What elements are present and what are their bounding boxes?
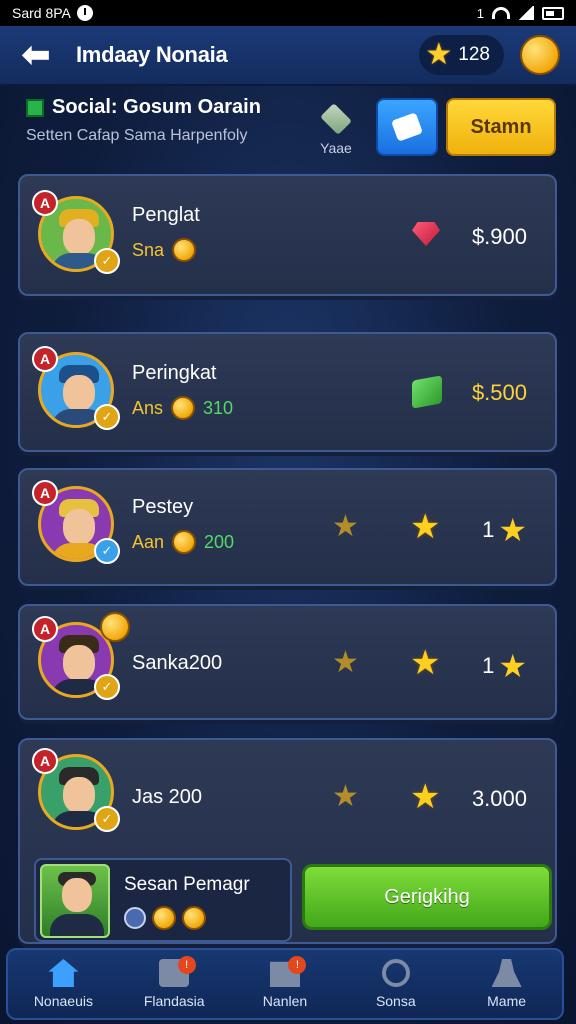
person-icon xyxy=(491,959,522,987)
rank-badge-icon: A xyxy=(32,748,58,774)
star-icon: ★ xyxy=(410,508,441,546)
coin-icon xyxy=(100,612,130,642)
badge-icon xyxy=(124,907,146,929)
nav-label: Sonsa xyxy=(375,993,416,1009)
player-name: Peringkat xyxy=(132,362,217,384)
star-icon: ★ xyxy=(410,644,441,682)
nav-label: Nanlen xyxy=(262,993,308,1009)
player-sub-label: Aan xyxy=(132,531,165,552)
vote-label: Yaae xyxy=(320,140,352,156)
subheader-title: Social: Gosum Oarain xyxy=(52,96,261,118)
coin-icon[interactable] xyxy=(520,35,560,75)
player-name: Jas 200 xyxy=(132,786,203,808)
notification-badge: ! xyxy=(177,956,196,974)
back-button[interactable]: ⬅ xyxy=(16,35,56,75)
star-counter[interactable]: ★ 128 xyxy=(419,35,504,75)
rank-badge-icon: A xyxy=(32,480,58,506)
coin-icon xyxy=(152,906,176,930)
check-icon xyxy=(26,98,44,117)
nav-item-home[interactable]: Nonaeuis xyxy=(8,950,119,1018)
notification-badge: ! xyxy=(288,956,307,974)
vote-button[interactable]: Yaae xyxy=(316,102,356,156)
home-icon xyxy=(48,959,79,987)
star-count: 128 xyxy=(458,44,490,65)
notification-icon xyxy=(76,5,93,21)
player-sub-label: Ans xyxy=(132,397,164,418)
rank-badge-icon: A xyxy=(32,190,58,216)
page-title: Imdaay Nonaia xyxy=(76,42,228,67)
leaderboard-row[interactable]: A ✓ Sanka200 ★ ★ 1 ★ xyxy=(18,604,557,720)
coin-icon xyxy=(171,396,196,420)
back-arrow-icon: ⬅ xyxy=(21,36,51,74)
nav-item-mail[interactable]: ! Nanlen xyxy=(230,950,341,1018)
star-icon: ★ xyxy=(410,778,441,816)
leaderboard-row[interactable]: A ✓ Penglat Sna $.900 xyxy=(18,174,557,296)
status-time: Sard 8PA xyxy=(12,5,71,21)
nav-label: Nonaeuis xyxy=(33,993,93,1009)
player-sub-value: 310 xyxy=(203,397,234,418)
search-icon xyxy=(381,959,410,987)
gem-icon xyxy=(320,103,352,135)
cash-icon xyxy=(412,375,442,409)
edit-badge-icon: ✓ xyxy=(94,806,120,832)
player-name: Pestey xyxy=(132,496,194,518)
edit-badge-icon: ✓ xyxy=(94,404,120,430)
reward-value: 3.000 xyxy=(471,786,527,811)
star-icon: ★ xyxy=(498,648,527,684)
reward-value: $.900 xyxy=(471,224,527,249)
subheader: Social: Gosum Oarain Setten Cafap Sama H… xyxy=(26,96,556,166)
nav-item-profile[interactable]: Mame xyxy=(451,950,562,1018)
star-icon: ★ xyxy=(425,38,453,71)
star-icon: ★ xyxy=(332,510,359,543)
leaderboard-row[interactable]: A ✓ Peringkat Ans 310 $.500 xyxy=(18,332,557,452)
rank-badge-icon: A xyxy=(32,346,58,372)
coin-icon xyxy=(182,906,206,930)
reward-value: 1 xyxy=(482,517,495,542)
reward-value: 1 xyxy=(482,653,495,678)
player-avatar xyxy=(40,864,110,938)
player-name: Penglat xyxy=(132,204,200,226)
nav-item-grid[interactable]: ! Flandasia xyxy=(119,950,230,1018)
wifi-icon xyxy=(492,7,510,19)
start-button[interactable]: Stamn xyxy=(446,98,556,156)
reward-value: $.500 xyxy=(471,380,527,405)
ruby-icon xyxy=(412,222,440,246)
signal-icon xyxy=(518,6,534,20)
edit-badge-icon: ✓ xyxy=(94,538,120,564)
leaderboard-row[interactable]: A ✓ Pestey Aan 200 ★ ★ 1 ★ xyxy=(18,468,557,586)
star-icon: ★ xyxy=(498,512,527,548)
status-extra: 1 xyxy=(476,5,484,21)
coin-icon xyxy=(172,238,197,262)
rank-badge-icon: A xyxy=(32,616,58,642)
status-bar: Sard 8PA 1 xyxy=(0,0,576,26)
player-name: Sanka200 xyxy=(132,652,223,674)
player-sub-value: 200 xyxy=(204,531,235,552)
battery-icon xyxy=(542,6,564,20)
current-player-name: Sesan Pemagr xyxy=(124,874,250,895)
green-action-button[interactable]: Gerigkihg xyxy=(302,864,552,930)
header: ⬅ Imdaay Nonaia ★ 128 xyxy=(0,26,576,86)
star-icon: ★ xyxy=(332,780,359,813)
player-sub-label: Sna xyxy=(132,239,165,260)
star-icon: ★ xyxy=(332,646,359,679)
chat-icon xyxy=(391,112,423,142)
edit-badge-icon: ✓ xyxy=(94,248,120,274)
blue-action-button[interactable] xyxy=(376,98,438,156)
nav-item-search[interactable]: Sonsa xyxy=(340,950,451,1018)
current-player-card[interactable]: Sesan Pemagr xyxy=(34,858,292,942)
nav-label: Flandasia xyxy=(143,993,205,1009)
edit-badge-icon: ✓ xyxy=(94,674,120,700)
coin-icon xyxy=(172,530,197,554)
bottom-nav: Nonaeuis ! Flandasia ! Nanlen Sonsa Mame xyxy=(6,948,564,1020)
leaderboard-row[interactable]: A ✓ Jas 200 ★ ★ 3.000 Sesan Pemagr Gerig… xyxy=(18,738,557,944)
nav-label: Mame xyxy=(487,993,527,1009)
